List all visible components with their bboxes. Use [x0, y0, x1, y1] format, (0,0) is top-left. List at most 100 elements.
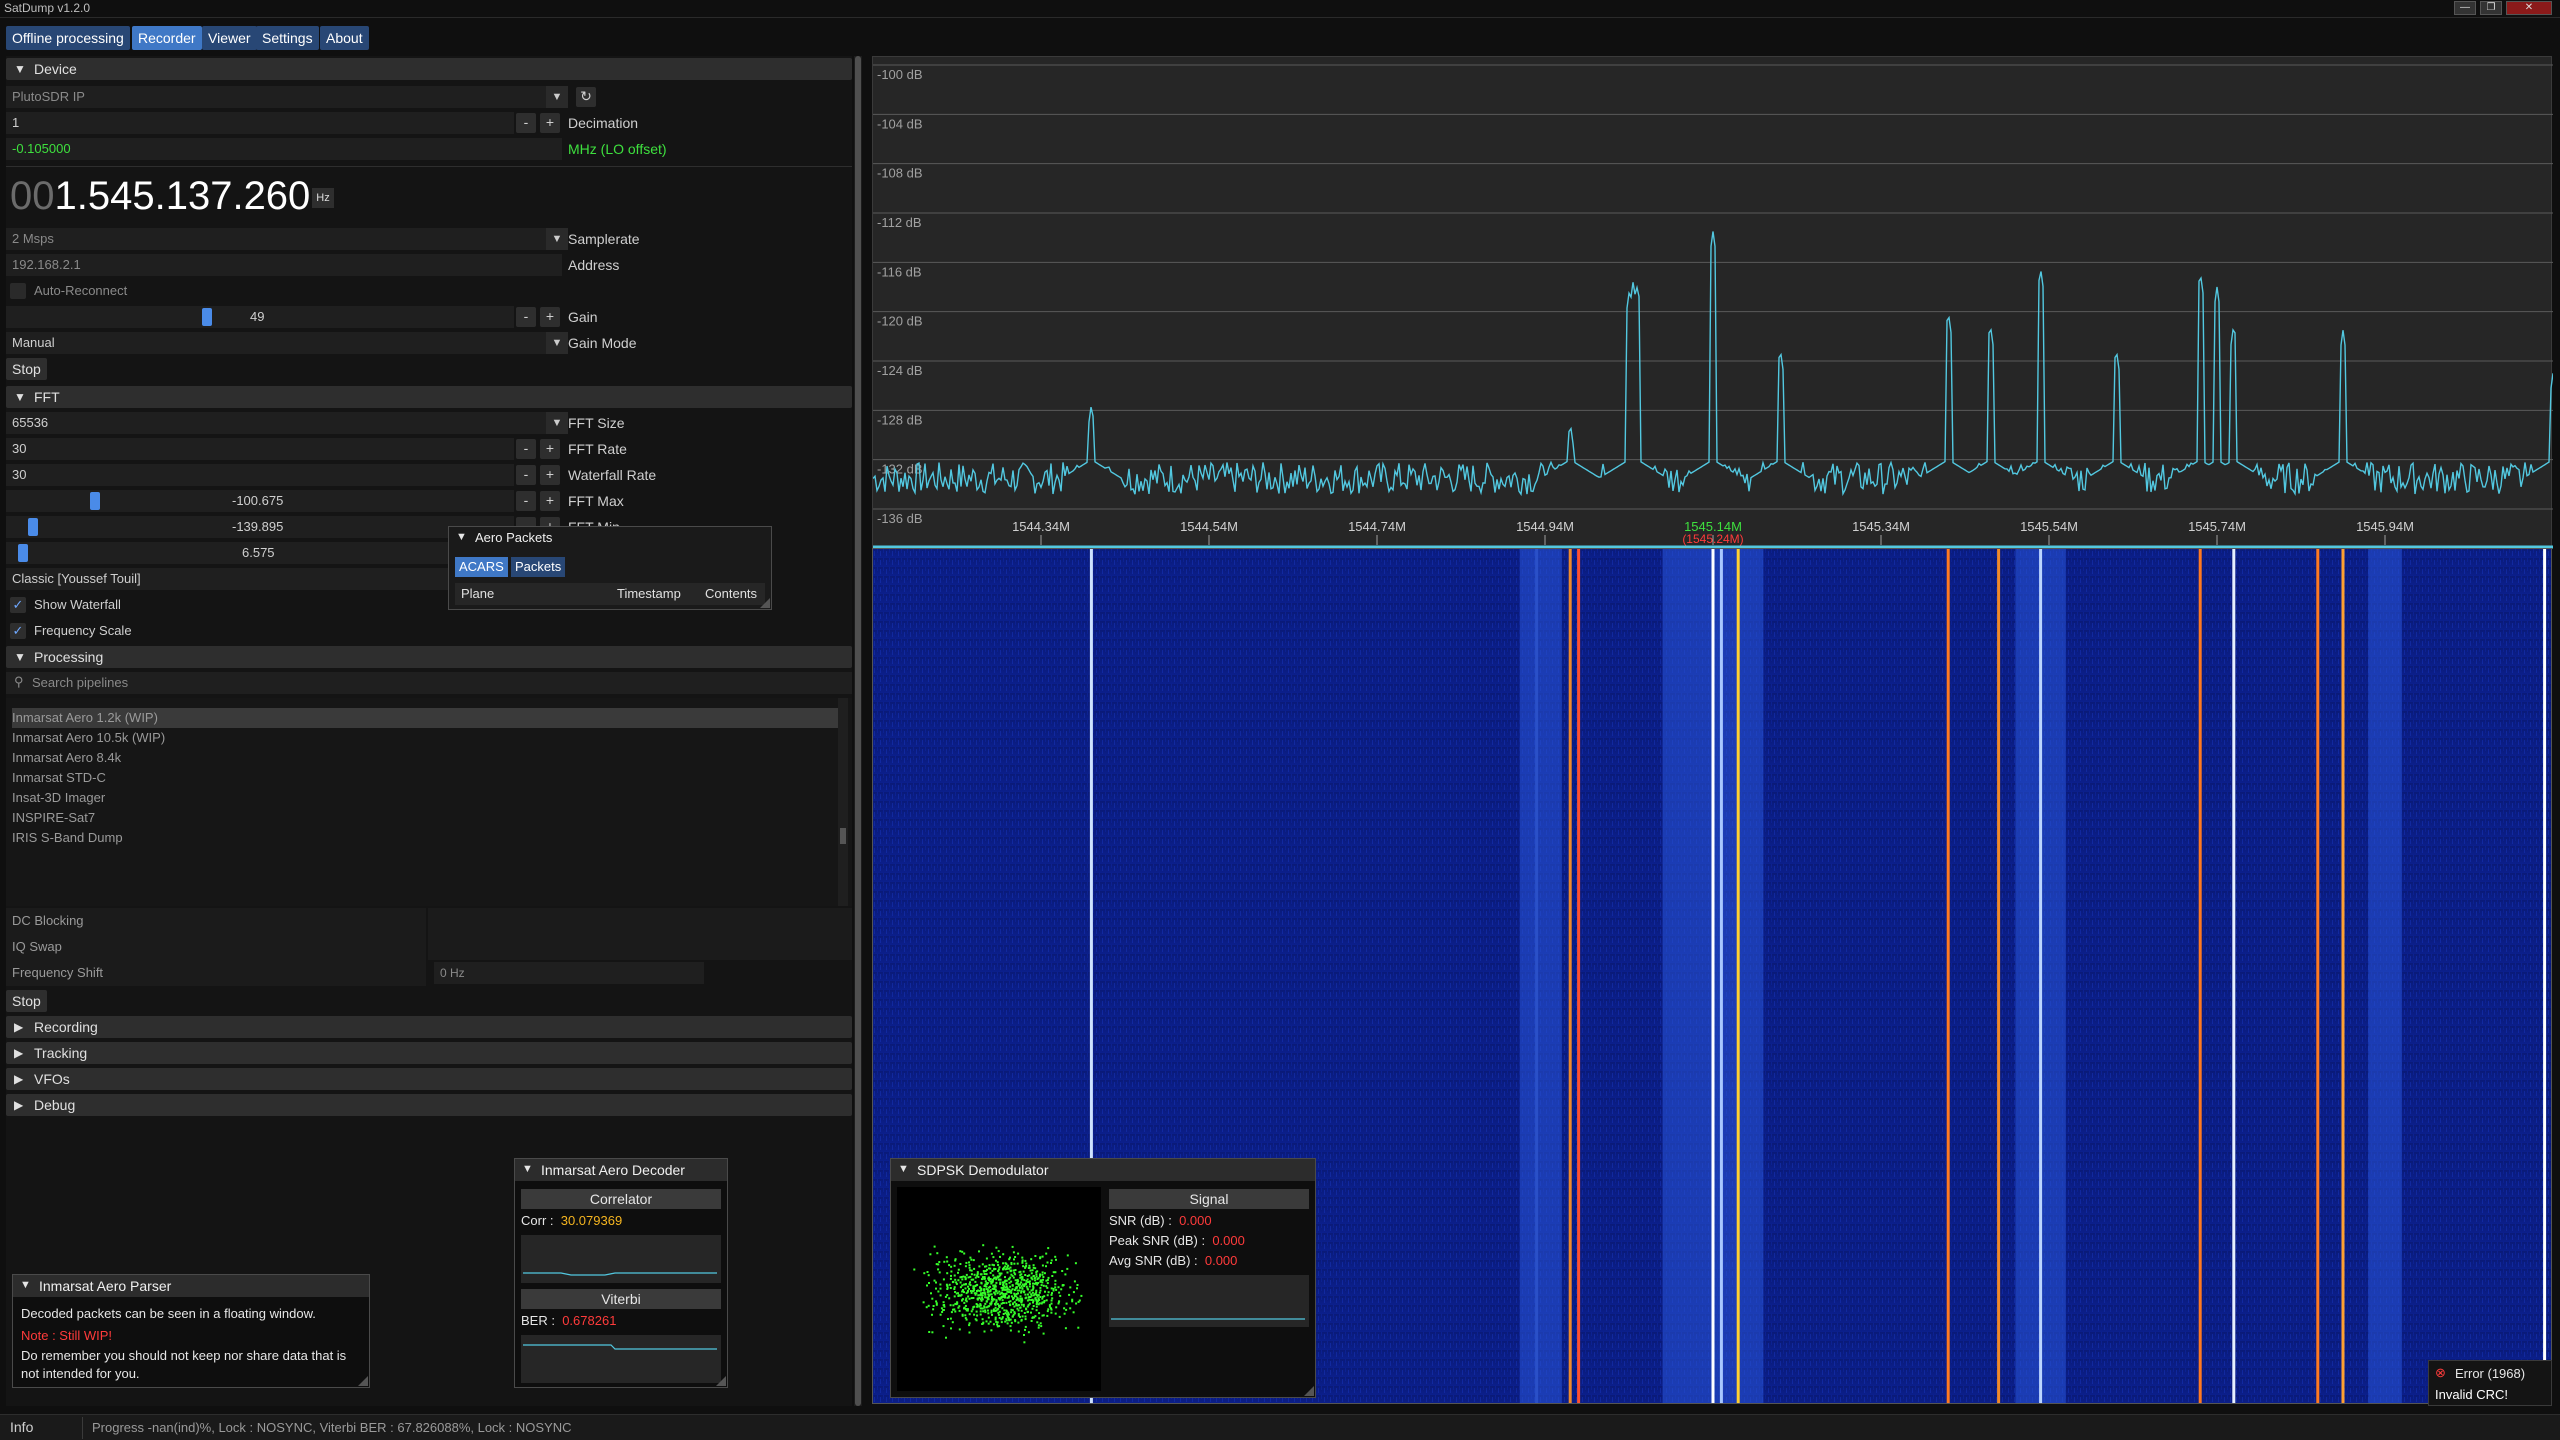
aero-decoder-window[interactable]: ▼ Inmarsat Aero Decoder Correlator Corr …: [514, 1158, 728, 1388]
error-toast[interactable]: ⊗ Error (1968) Invalid CRC!: [2428, 1360, 2552, 1406]
constellation-point: [1021, 1277, 1024, 1280]
pipeline-search-input[interactable]: Search pipelines: [6, 672, 852, 694]
chevron-down-icon[interactable]: ▼: [546, 86, 568, 108]
tracking-header[interactable]: ▶ Tracking: [6, 1042, 852, 1064]
tab-about[interactable]: About: [320, 26, 369, 50]
frequency-scale-checkbox[interactable]: ✓: [10, 623, 26, 639]
constellation-point: [1035, 1291, 1038, 1294]
lo-offset-input[interactable]: -0.105000: [6, 138, 562, 160]
pipeline-scrollbar[interactable]: [838, 698, 848, 906]
close-button[interactable]: ✕: [2506, 1, 2552, 15]
gain-slider-handle[interactable]: [202, 308, 212, 326]
gain-minus-button[interactable]: -: [516, 307, 536, 327]
pipeline-item[interactable]: INSPIRE-Sat7: [12, 808, 95, 828]
address-input[interactable]: 192.168.2.1: [6, 254, 562, 276]
aero-parser-title-bar[interactable]: ▼ Inmarsat Aero Parser: [13, 1275, 369, 1297]
samplerate-select[interactable]: 2 Msps: [6, 228, 546, 250]
dc-blocking-cell[interactable]: [428, 908, 852, 934]
frequency-display[interactable]: 001.545.137.260: [10, 174, 310, 218]
decimation-minus-button[interactable]: -: [516, 113, 536, 133]
aero-packets-title-bar[interactable]: ▼ Aero Packets: [449, 527, 771, 549]
fft-avg-slider-handle[interactable]: [18, 544, 28, 562]
aero-decoder-title: Inmarsat Aero Decoder: [541, 1162, 685, 1178]
maximize-button[interactable]: ❐: [2480, 1, 2502, 15]
fft-min-slider-handle[interactable]: [28, 518, 38, 536]
iq-swap-cell[interactable]: [428, 934, 852, 960]
pipeline-scrollbar-thumb[interactable]: [840, 828, 846, 844]
tab-offline-processing[interactable]: Offline processing: [6, 26, 130, 50]
tab-acars[interactable]: ACARS: [455, 557, 508, 577]
pipeline-item[interactable]: IRIS S-Band Dump: [12, 828, 123, 848]
pipeline-item[interactable]: Inmarsat Aero 1.2k (WIP): [12, 708, 158, 728]
chevron-down-icon[interactable]: ▼: [546, 412, 568, 434]
left-panel-scrollbar-thumb[interactable]: [855, 56, 861, 1406]
fft-min-slider[interactable]: -139.895: [6, 516, 514, 538]
sdpsk-title-bar[interactable]: ▼ SDPSK Demodulator: [891, 1159, 1315, 1181]
processing-stop-button[interactable]: Stop: [6, 990, 47, 1012]
gain-plus-button[interactable]: +: [540, 307, 560, 327]
processing-header[interactable]: ▼ Processing: [6, 646, 852, 668]
constellation-point: [1015, 1286, 1018, 1289]
constellation-point: [1051, 1297, 1054, 1300]
source-select[interactable]: PlutoSDR IP: [6, 86, 546, 108]
constellation-point: [1046, 1294, 1049, 1297]
column-timestamp[interactable]: Timestamp: [617, 586, 681, 601]
waterfall-rate-minus-button[interactable]: -: [516, 465, 536, 485]
constellation-point: [969, 1275, 972, 1278]
debug-header[interactable]: ▶ Debug: [6, 1094, 852, 1116]
tab-recorder[interactable]: Recorder: [132, 26, 202, 50]
fft-y-axis: -100 dB -104 dB -108 dB -112 dB -116 dB -120 …: [877, 67, 923, 526]
fft-max-plus-button[interactable]: +: [540, 491, 560, 511]
resize-grip[interactable]: [1304, 1386, 1314, 1396]
gain-slider[interactable]: 49: [6, 306, 514, 328]
recording-header[interactable]: ▶ Recording: [6, 1016, 852, 1038]
decimation-input[interactable]: 1: [6, 112, 514, 134]
sdpsk-demodulator-window[interactable]: ▼ SDPSK Demodulator Signal SNR (dB) : 0.…: [890, 1158, 1316, 1398]
show-waterfall-checkbox[interactable]: ✓: [10, 597, 26, 613]
minimize-button[interactable]: —: [2454, 1, 2476, 15]
fft-avg-slider[interactable]: 6.575: [6, 542, 514, 564]
chevron-down-icon[interactable]: ▼: [546, 332, 568, 354]
device-header[interactable]: ▼ Device: [6, 58, 852, 80]
tab-packets[interactable]: Packets: [511, 557, 566, 577]
pipeline-item[interactable]: Inmarsat STD-C: [12, 768, 106, 788]
fft-size-select[interactable]: 65536: [6, 412, 546, 434]
constellation-point: [1018, 1299, 1021, 1302]
auto-reconnect-checkbox[interactable]: ✓: [10, 283, 26, 299]
pipeline-item[interactable]: Inmarsat Aero 10.5k (WIP): [12, 728, 165, 748]
aero-packets-window[interactable]: ▼ Aero Packets ACARS Packets Plane Times…: [448, 526, 772, 610]
aero-decoder-title-bar[interactable]: ▼ Inmarsat Aero Decoder: [515, 1159, 727, 1181]
pipeline-item[interactable]: Insat-3D Imager: [12, 788, 105, 808]
fft-max-slider[interactable]: -100.675: [6, 490, 514, 512]
frequency-shift-input[interactable]: 0 Hz: [434, 962, 704, 984]
left-panel-scrollbar[interactable]: [854, 56, 862, 1406]
chevron-down-icon[interactable]: ▼: [546, 228, 568, 250]
constellation-point: [950, 1274, 952, 1277]
fft-chart[interactable]: -100 dB -104 dB -108 dB -112 dB -116 dB -120 …: [872, 57, 2554, 551]
constellation-point: [999, 1255, 1001, 1258]
tab-viewer[interactable]: Viewer: [202, 26, 257, 50]
resize-grip[interactable]: [358, 1376, 368, 1386]
decimation-plus-button[interactable]: +: [540, 113, 560, 133]
resize-grip[interactable]: [760, 598, 770, 608]
waterfall-rate-plus-button[interactable]: +: [540, 465, 560, 485]
fft-rate-input[interactable]: 30: [6, 438, 514, 460]
aero-parser-window[interactable]: ▼ Inmarsat Aero Parser Decoded packets c…: [12, 1274, 370, 1388]
column-plane[interactable]: Plane: [461, 586, 494, 601]
waterfall-rate-input[interactable]: 30: [6, 464, 514, 486]
fft-max-slider-handle[interactable]: [90, 492, 100, 510]
pipeline-item[interactable]: Inmarsat Aero 8.4k: [12, 748, 121, 768]
column-contents[interactable]: Contents: [705, 586, 757, 601]
fft-rate-plus-button[interactable]: +: [540, 439, 560, 459]
fft-header[interactable]: ▼ FFT: [6, 386, 852, 408]
tab-settings[interactable]: Settings: [256, 26, 319, 50]
resize-grip[interactable]: [716, 1376, 726, 1386]
device-stop-button[interactable]: Stop: [6, 358, 47, 380]
fft-plot[interactable]: -100 dB -104 dB -108 dB -112 dB -116 dB -120 …: [872, 56, 2554, 551]
fft-max-minus-button[interactable]: -: [516, 491, 536, 511]
fft-rate-minus-button[interactable]: -: [516, 439, 536, 459]
gain-mode-select[interactable]: Manual: [6, 332, 546, 354]
constellation-point: [991, 1269, 994, 1272]
refresh-icon[interactable]: ↻: [576, 87, 596, 107]
vfos-header[interactable]: ▶ VFOs: [6, 1068, 852, 1090]
